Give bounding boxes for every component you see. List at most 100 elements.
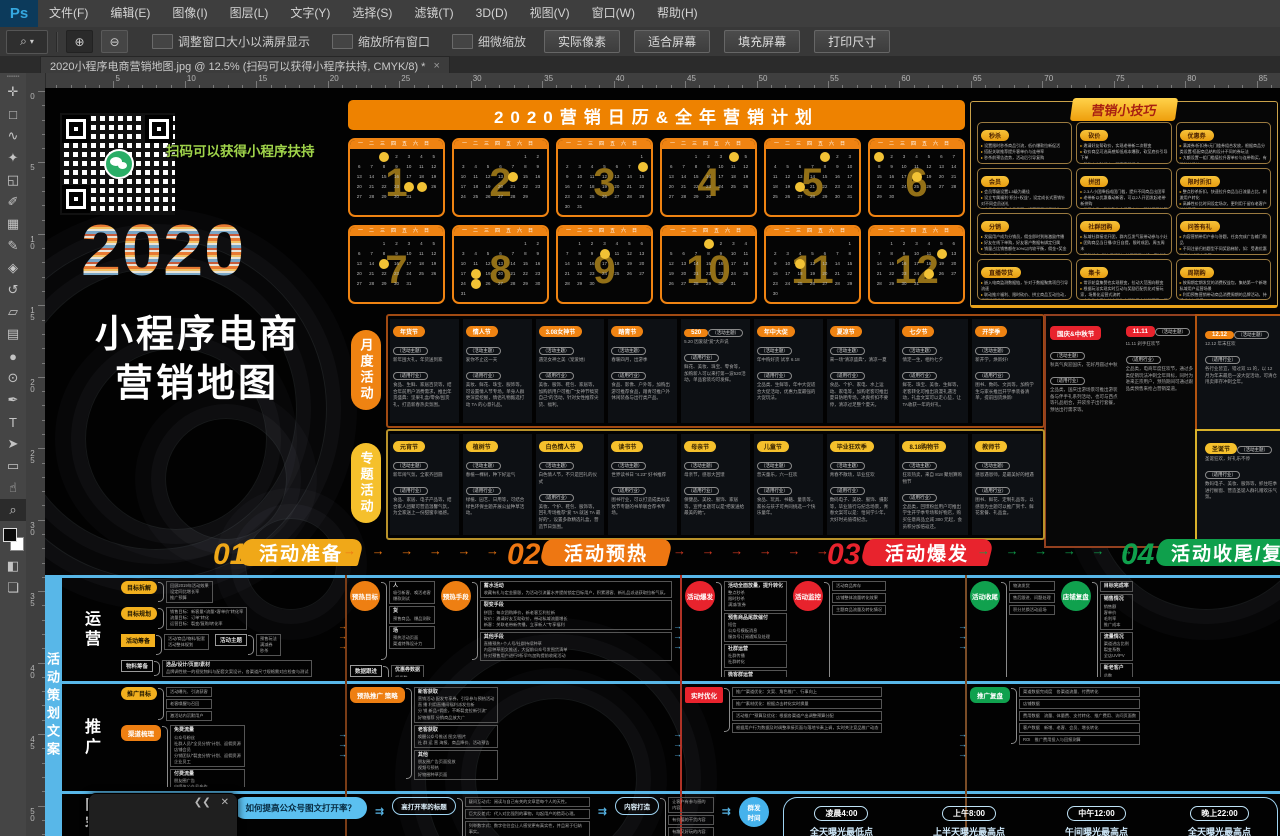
menu-item[interactable]: 视图(V) [519,0,581,27]
tag: （活动主题） [611,347,646,355]
horizontal-ruler[interactable]: 510152025303540455055606570758085 [45,73,1280,89]
clone-stamp-tool[interactable]: ◈ [0,257,26,279]
menu-item[interactable]: 3D(D) [465,0,519,27]
menu-item[interactable]: 选择(S) [341,0,403,27]
zoom-out-button[interactable]: ⊖ [101,30,128,53]
blur-tool[interactable]: ● [0,345,26,367]
menu-item[interactable]: 文字(Y) [279,0,341,27]
box [152,34,173,49]
option-checkbox[interactable]: 缩放所有窗口 [332,33,430,50]
history-brush-tool[interactable]: ↺ [0,279,26,301]
span: 1 [519,152,531,162]
span: 2 [769,249,781,259]
document-canvas[interactable]: 扫码可以获得小程序扶持 2020 小程序电商 营销地图 2020营销日历&全年营… [45,88,1280,836]
vertical-ruler[interactable]: 05101520253035404550 [26,73,46,836]
crop-tool[interactable]: ◱ [0,169,26,191]
healing-brush-tool[interactable]: ▦ [0,213,26,235]
span: 6 [494,162,506,172]
option-button[interactable]: 填充屏幕 [724,30,800,53]
pill: 拼团 [1080,176,1108,187]
photoshop-logo[interactable]: Ps [0,0,38,27]
atx: 图书行业，可以打造成类似美妆节专题的书单联合荐书专场。 [611,497,674,517]
menu-item[interactable]: 文件(F) [38,0,99,27]
magic-wand-tool[interactable]: ✦ [0,147,26,169]
menu-item[interactable]: 滤镜(T) [403,0,464,27]
menu-item[interactable]: 图层(L) [219,0,280,27]
lasso-tool[interactable]: ∿ [0,125,26,147]
tag: （活动主题） [393,462,428,470]
span: 8 [519,162,531,172]
zoom-in-button[interactable]: ⊕ [66,30,93,53]
document-tab[interactable]: 2020小程序电商营销地图.jpg @ 12.5% (扫码可以获得小程序扶持, … [40,56,450,74]
tag: （活动主题） [393,347,428,355]
palette-grip[interactable]: ▪▪▪▪▪▪ [0,73,26,81]
span: 9 [885,162,897,172]
close-tab-icon[interactable]: × [433,60,439,72]
span: 28 [873,279,885,289]
pen-tool[interactable]: ✒ [0,389,26,411]
current-tool-badge[interactable]: ⌕▾ [6,30,48,54]
span: 22 [378,182,390,192]
span: 10 [573,172,585,182]
kid: 列举数字式：数字往往会让人感觉更有真实性，并且易于归纳事实。 [465,821,590,836]
span: 9 [715,249,727,259]
kl: 积分兑换活动返场 [1013,607,1051,613]
vtick [38,663,45,664]
span [623,152,635,162]
poster-title-line2: 营销地图 [115,352,279,407]
zoom-tool[interactable]: ⌕ [0,499,26,521]
option-checkbox[interactable]: 调整窗口大小以满屏显示 [152,33,310,50]
menu-item[interactable]: 帮助(H) [646,0,709,27]
brush-tool[interactable]: ✎ [0,235,26,257]
atx: 图书、数码、文具等，加购学生与家长推出开学季装备清单，提前囤货焕新! [975,382,1038,402]
menu-item[interactable]: 窗口(W) [581,0,646,27]
color-swatches[interactable] [0,525,26,555]
shape-tool[interactable]: ▭ [0,455,26,477]
type-tool[interactable]: T [0,411,26,433]
gradient-tool[interactable]: ▤ [0,323,26,345]
option-button[interactable]: 适合屏幕 [634,30,710,53]
kl: 推广“素材优化：根据点击转化实时换量 [736,701,878,707]
tl-time: 中午12:00 [1067,806,1125,821]
eraser-tool[interactable]: ▱ [0,301,26,323]
rewind-icon[interactable]: ❮❮ [194,797,211,808]
kt: 货 [393,608,431,615]
span: 20 [948,259,960,269]
span: 7 [690,249,702,259]
span: 5 [806,249,818,259]
span: 7 [873,249,885,259]
option-button[interactable]: 打印尺寸 [814,30,890,53]
hand-tool[interactable]: ☝ [0,477,26,499]
span: 15 [819,172,831,182]
span: 25 [727,182,739,192]
quick-mask-icon[interactable]: ◧ [0,555,26,577]
option-button[interactable]: 实际像素 [544,30,620,53]
span: 1 [690,152,702,162]
span: 16 [390,259,402,269]
tag: （适用行业） [1205,356,1240,364]
monthly-activities-row: 年货节（活动主题）新年囤大礼，年货送到家（适用行业）食品、生鲜、家居百货等，结合… [386,314,1045,428]
atx: 狂欢热卖，来自 818 聚划算购物节 [902,472,965,486]
span: 14 [690,259,702,269]
pill: 分销 [981,221,1009,232]
eyedropper-tool[interactable]: ✐ [0,191,26,213]
tpill: 踏青节 [611,326,643,337]
ln: 根据玩法实现实时互动与奖励匹配优化对接玩家，场景化运营式流转 [1080,286,1167,298]
close-icon[interactable]: ✕ [221,797,229,808]
dodge-tool[interactable]: ⊙ [0,367,26,389]
move-tool[interactable]: ✛ [0,81,26,103]
path-select-tool[interactable]: ➤ [0,433,26,455]
screen-mode-icon[interactable]: ❏ [0,577,26,599]
ln: 不同注册归档题型不同奖励梯阶，如：受邀优惠券可立减近产品等 [1180,246,1267,254]
floating-mini-window[interactable]: ❮❮ ✕ [88,793,238,836]
tpill: 年中大促 [757,326,795,337]
marquee-tool[interactable]: □ [0,103,26,125]
atx: 食品、生鲜、家居百货等，结合年前用户消费需求，推出年货盛典：坚果礼盒/零食/囤货… [393,382,456,409]
menu-item[interactable]: 图像(I) [161,0,218,27]
htick [1185,81,1186,88]
span: 5 [923,152,935,162]
menu-item[interactable]: 编辑(E) [99,0,161,27]
option-checkbox[interactable]: 细微缩放 [452,33,526,50]
calendar-grid: 一二三四五六日112345678910111213141516171819202… [348,138,965,304]
span: 15 [378,172,390,182]
